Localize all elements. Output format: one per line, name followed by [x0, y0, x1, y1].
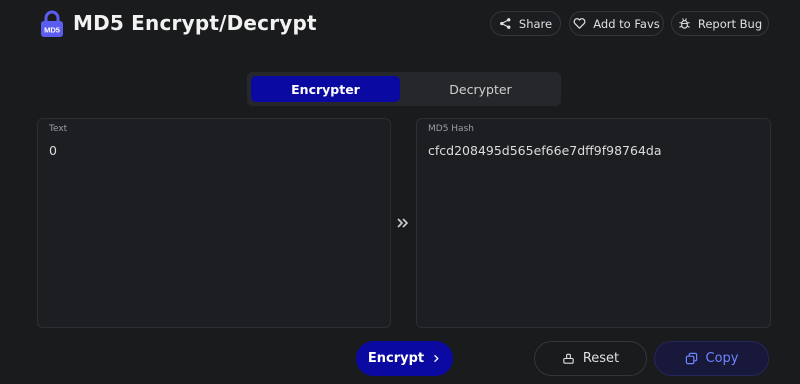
mode-tabs: Encrypter Decrypter: [247, 72, 561, 106]
text-input-label: Text: [49, 124, 68, 134]
double-chevron-right-icon: [397, 218, 408, 228]
report-bug-button[interactable]: Report Bug: [671, 11, 769, 36]
share-button[interactable]: Share: [490, 11, 561, 36]
tab-decrypter[interactable]: Decrypter: [404, 76, 557, 102]
text-input-value[interactable]: 0: [49, 143, 57, 158]
reset-label: Reset: [582, 351, 620, 366]
hash-output-panel[interactable]: MD5 Hash cfcd208495d565ef66e7dff9f98764d…: [416, 118, 771, 328]
chevron-right-icon: [434, 354, 439, 363]
reset-button[interactable]: Reset: [534, 341, 647, 376]
tab-encrypter[interactable]: Encrypter: [251, 76, 400, 102]
lock-icon: MD5: [41, 10, 63, 37]
hash-output-label: MD5 Hash: [428, 124, 474, 134]
header: MD5 MD5 Encrypt/Decrypt Share Add to Fav…: [0, 0, 800, 48]
page-title: MD5 Encrypt/Decrypt: [73, 11, 317, 35]
encrypt-label: Encrypt: [367, 351, 425, 366]
logo-text: MD5: [44, 26, 60, 35]
copy-label: Copy: [705, 351, 739, 366]
favs-label: Add to Favs: [593, 16, 660, 31]
text-input-panel[interactable]: Text 0: [37, 118, 391, 328]
bug-icon: [679, 18, 690, 29]
heart-icon: [573, 18, 586, 29]
share-label: Share: [518, 16, 553, 31]
add-to-favs-button[interactable]: Add to Favs: [569, 11, 664, 36]
share-icon: [500, 18, 511, 29]
bug-label: Report Bug: [697, 16, 763, 31]
hash-output-value[interactable]: cfcd208495d565ef66e7dff9f98764da: [428, 143, 662, 158]
reset-icon: [563, 353, 574, 364]
copy-button[interactable]: Copy: [654, 341, 769, 376]
encrypt-button[interactable]: Encrypt: [356, 341, 453, 376]
copy-icon: [685, 352, 697, 365]
